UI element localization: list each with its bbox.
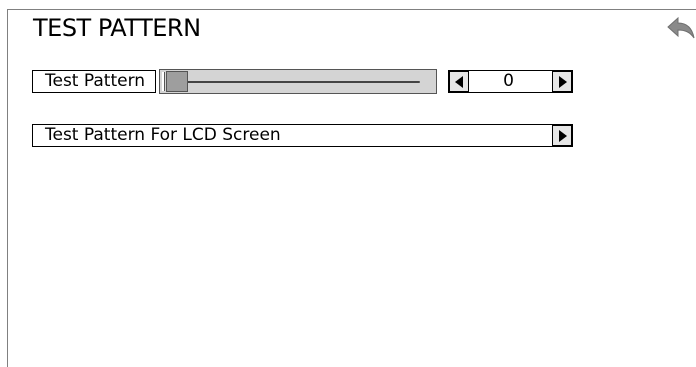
test-pattern-slider[interactable] [159,69,437,94]
slider-thumb[interactable] [166,71,188,92]
test-pattern-value-stepper: 0 [448,70,573,93]
slider-line [186,81,420,83]
decrement-button[interactable] [449,71,469,92]
triangle-left-icon [455,76,463,88]
triangle-right-icon [559,76,567,88]
test-pattern-label: Test Pattern [32,70,156,93]
back-arrow-icon [667,16,695,39]
test-pattern-value: 0 [503,71,514,91]
slider-notch [162,72,165,91]
triangle-right-icon [559,130,567,142]
lcd-test-pattern-label: Test Pattern For LCD Screen [45,125,281,145]
lcd-test-pattern-arrow-button[interactable] [552,125,572,146]
back-button[interactable] [666,16,696,42]
lcd-test-pattern-row[interactable]: Test Pattern For LCD Screen [32,124,573,147]
increment-button[interactable] [552,71,572,92]
window-frame [7,9,696,367]
page-title: TEST PATTERN [33,14,201,42]
